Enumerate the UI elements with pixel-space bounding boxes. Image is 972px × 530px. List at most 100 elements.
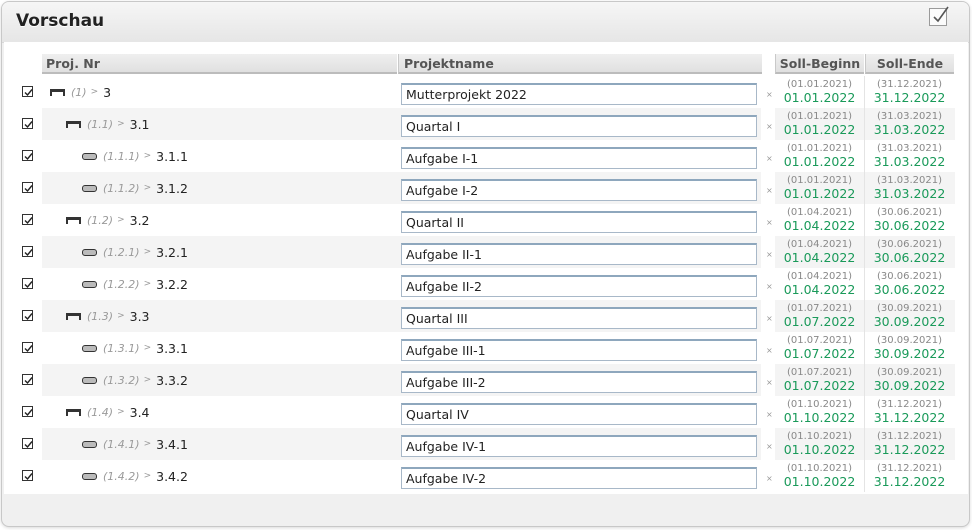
check-icon [24,89,33,97]
project-name-input[interactable] [401,339,757,361]
clear-icon[interactable]: × [766,154,773,163]
tree-node: (1.3) >3.3 [66,300,150,332]
row-checkbox[interactable] [22,374,33,385]
check-icon [24,281,33,289]
new-end-date: 30.06.2022 [873,282,946,297]
clear-icon[interactable]: × [766,90,773,99]
project-name-input[interactable] [401,179,757,201]
row-checkbox[interactable] [22,86,33,97]
row-checkbox[interactable] [22,342,33,353]
project-name-input[interactable] [401,435,757,457]
clear-icon[interactable]: × [766,250,773,259]
check-icon [24,153,33,161]
original-index: (1.2.2) [103,277,140,291]
clear-icon[interactable]: × [766,442,773,451]
row-checkbox[interactable] [22,470,33,481]
project-name-input[interactable] [401,275,757,297]
project-number: 3.2 [129,212,150,228]
table-row: (1.3)>3.3 ×(01.07.2021)01.07.2022(30.09.2… [4,300,968,332]
clear-icon[interactable]: × [766,410,773,419]
project-number: 3.3 [129,308,150,324]
project-name-input[interactable] [401,83,757,105]
column-header-proj-nr[interactable]: Proj. Nr [42,54,397,74]
task-bar-icon [82,344,97,352]
row-checkbox[interactable] [22,406,33,417]
soll-ende-cell: (31.03.2021) 31.03.2022 [865,108,954,140]
soll-ende-cell: (31.12.2021) 31.12.2022 [865,76,954,108]
column-header-soll-beginn[interactable]: Soll-Beginn [775,54,864,74]
project-name-input[interactable] [401,307,757,329]
confirm-checkmark-button[interactable] [929,6,949,26]
project-name-input[interactable] [401,147,757,169]
clear-icon[interactable]: × [766,218,773,227]
clear-icon[interactable]: × [766,378,773,387]
clear-icon[interactable]: × [766,346,773,355]
table-row: (1.1.2)>3.1.2 ×(01.01.2021)01.01.2022(31.… [4,172,968,204]
arrow-icon: > [143,343,152,353]
check-icon [24,345,33,353]
tree-node: (1.3.1) >3.3.1 [82,332,188,364]
row-checkbox[interactable] [22,278,33,289]
soll-ende-cell: (31.12.2021) 31.12.2022 [865,460,954,492]
tree-node: (1.1.1) >3.1.1 [82,140,188,172]
clear-icon[interactable]: × [766,186,773,195]
table-row: (1.3.1)>3.3.1 ×(01.07.2021)01.07.2022(30.… [4,332,968,364]
new-end-date: 31.12.2022 [873,410,946,425]
dialog-title: Vorschau [16,11,105,31]
column-header-projektname[interactable]: Projektname [398,54,762,74]
project-name-input[interactable] [401,403,757,425]
project-number: 3.2.1 [156,244,188,260]
soll-ende-cell: (31.03.2021) 31.03.2022 [865,172,954,204]
soll-beginn-cell: (01.10.2021) 01.10.2022 [775,428,864,460]
project-name-input[interactable] [401,371,757,393]
original-index: (1.1.2) [103,181,140,195]
project-number: 3.2.2 [156,276,188,292]
row-checkbox[interactable] [22,182,33,193]
clear-icon[interactable]: × [766,122,773,131]
soll-beginn-cell: (01.04.2021) 01.04.2022 [775,268,864,300]
original-index: (1.1) [87,117,114,131]
original-index: (1.3.2) [103,373,140,387]
task-bar-icon [82,440,97,448]
arrow-icon: > [143,279,152,289]
new-start-date: 01.04.2022 [783,250,856,265]
clear-icon[interactable]: × [766,314,773,323]
arrow-icon: > [117,311,125,321]
new-end-date: 30.06.2022 [873,250,946,265]
original-index: (1.4) [87,405,114,419]
tree-node: (1.2.1) >3.2.1 [82,236,188,268]
row-checkbox[interactable] [22,246,33,257]
table-row: (1.1)>3.1 ×(01.01.2021)01.01.2022(31.03.2… [4,108,968,140]
project-number: 3.1.2 [156,180,188,196]
tree-node: (1.1.2) >3.1.2 [82,172,188,204]
row-checkbox[interactable] [22,438,33,449]
new-start-date: 01.01.2022 [783,90,856,105]
dialog-header: Vorschau [2,2,969,43]
column-header-soll-ende[interactable]: Soll-Ende [865,54,954,74]
original-index: (1.3) [87,309,114,323]
row-checkbox[interactable] [22,214,33,225]
new-start-date: 01.10.2022 [783,442,856,457]
soll-beginn-cell: (01.07.2021) 01.07.2022 [775,332,864,364]
preview-table: Proj. Nr Projektname Soll-Beginn Soll-En… [4,42,968,494]
arrow-icon: > [117,119,125,129]
soll-beginn-cell: (01.04.2021) 01.04.2022 [775,236,864,268]
project-number: 3.3.2 [156,372,188,388]
project-name-input[interactable] [401,211,757,233]
check-icon [24,121,33,129]
project-number: 3.4.1 [156,436,188,452]
tree-node: (1.2.2) >3.2.2 [82,268,188,300]
project-name-input[interactable] [401,243,757,265]
project-number: 3.4 [129,404,150,420]
arrow-icon: > [117,215,125,225]
tree-node: (1) >3 [50,76,111,108]
clear-icon[interactable]: × [766,474,773,483]
project-name-input[interactable] [401,467,757,489]
row-checkbox[interactable] [22,118,33,129]
project-name-input[interactable] [401,115,757,137]
row-checkbox[interactable] [22,310,33,321]
row-checkbox[interactable] [22,150,33,161]
clear-icon[interactable]: × [766,282,773,291]
soll-beginn-cell: (01.01.2021) 01.01.2022 [775,108,864,140]
original-index: (1.1.1) [103,149,140,163]
